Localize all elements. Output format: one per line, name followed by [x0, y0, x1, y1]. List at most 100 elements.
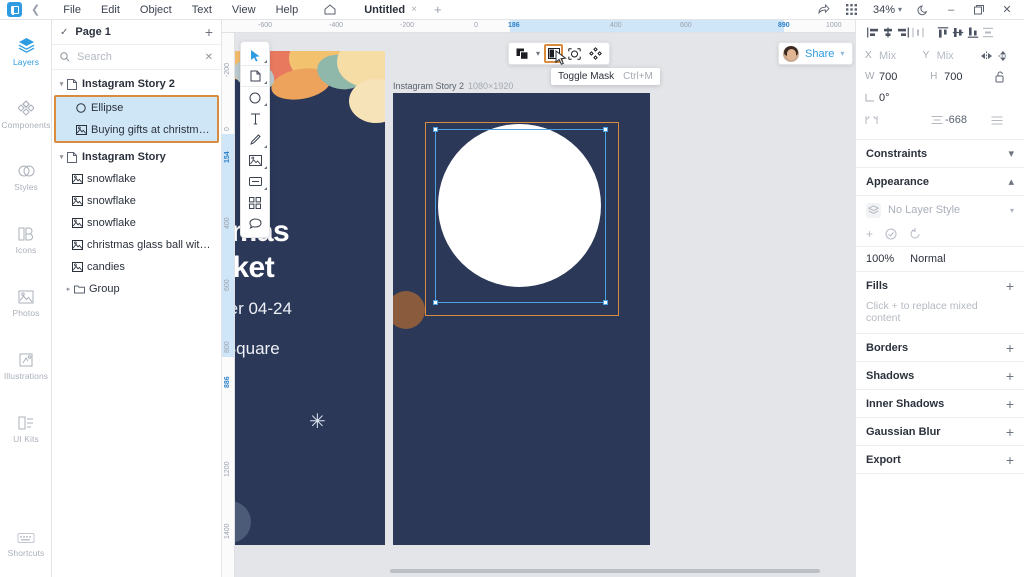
layer-snowflake-3[interactable]: snowflake	[52, 212, 221, 234]
artboard-tool[interactable]	[241, 66, 269, 87]
vertical-ruler[interactable]: -200 0 154 400 600 800 886 1200 1400	[222, 33, 235, 577]
rail-item-illustrations[interactable]: Illustrations	[0, 335, 52, 398]
clear-icon[interactable]: ✕	[205, 52, 213, 63]
boolean-ops-icon[interactable]	[513, 44, 532, 63]
opacity-value[interactable]: 100%	[866, 253, 894, 265]
resize-handle-bottom-right[interactable]	[603, 300, 608, 305]
layer-style-row[interactable]: No Layer Style ▾	[866, 196, 1014, 224]
layer-snowflake-1[interactable]: snowflake	[52, 168, 221, 190]
distribute-icon[interactable]	[586, 44, 605, 63]
rail-item-ui-kits[interactable]: UI Kits	[0, 398, 52, 461]
more-options-icon[interactable]	[991, 116, 1011, 125]
twisty-icon[interactable]: ▾	[56, 153, 67, 161]
layer-christmas-glass-ball[interactable]: christmas glass ball with chris...	[52, 234, 221, 256]
moon-icon[interactable]	[910, 0, 936, 20]
align-center-h-icon[interactable]	[880, 23, 895, 43]
flip-horizontal-icon[interactable]	[980, 51, 997, 61]
align-middle-icon[interactable]	[950, 23, 965, 43]
layer-artboard-instagram-story[interactable]: ▾ Instagram Story	[52, 146, 221, 168]
image-tool[interactable]	[241, 150, 269, 171]
add-inner-shadow-button[interactable]: +	[1006, 396, 1014, 412]
reset-style-icon[interactable]	[909, 227, 921, 240]
close-button[interactable]: ✕	[994, 0, 1020, 20]
rail-item-layers[interactable]: Layers	[0, 20, 52, 83]
layer-snowflake-2[interactable]: snowflake	[52, 190, 221, 212]
share-arrow-icon[interactable]	[811, 0, 837, 20]
distribute-h-icon[interactable]	[910, 23, 925, 43]
grid-icon[interactable]	[839, 0, 865, 20]
zoom-control[interactable]: 34% ▾	[867, 4, 908, 16]
chevron-up-icon[interactable]: ▴	[1008, 175, 1014, 188]
layer-artboard-instagram-story-2[interactable]: ▾ Instagram Story 2	[52, 73, 221, 95]
pointer-tool[interactable]	[241, 45, 269, 66]
maximize-button[interactable]	[966, 0, 992, 20]
canvas[interactable]: stmas arket mber 04-24 er Square ✳ Insta…	[235, 33, 855, 577]
align-left-icon[interactable]	[865, 23, 880, 43]
add-fill-button[interactable]: +	[1006, 278, 1014, 294]
menu-item-file[interactable]: File	[53, 0, 91, 20]
add-border-button[interactable]: +	[1006, 340, 1014, 356]
avatar[interactable]	[783, 45, 799, 62]
chevron-down-icon[interactable]: ▾	[1008, 147, 1014, 160]
pen-tool[interactable]	[241, 129, 269, 150]
rectangle-tool[interactable]	[241, 171, 269, 192]
rail-item-styles[interactable]: Styles	[0, 146, 52, 209]
resize-handle-top-left[interactable]	[433, 127, 438, 132]
new-tab-button[interactable]: +	[425, 2, 451, 17]
tab-close-icon[interactable]: ×	[411, 4, 417, 15]
y-field[interactable]: Y Mix	[923, 50, 981, 62]
chevron-down-icon[interactable]: ▾	[1010, 206, 1014, 215]
radius-field[interactable]: -668	[931, 114, 991, 126]
section-constraints[interactable]: Constraints ▾	[856, 140, 1024, 168]
search-input[interactable]: Search	[77, 51, 198, 63]
add-page-button[interactable]: +	[205, 24, 213, 40]
app-logo-icon[interactable]	[7, 2, 22, 17]
add-style-button[interactable]: +	[866, 227, 873, 241]
align-top-icon[interactable]	[935, 23, 950, 43]
layer-candies[interactable]: candies	[52, 256, 221, 278]
section-appearance[interactable]: Appearance ▴	[856, 168, 1024, 196]
rotation-field[interactable]: 0°	[865, 92, 931, 104]
horizontal-scrollbar[interactable]	[390, 569, 820, 573]
menu-item-object[interactable]: Object	[130, 0, 182, 20]
layer-group[interactable]: ▸ Group	[52, 278, 221, 300]
chevron-down-icon[interactable]: ▾	[840, 49, 844, 58]
align-right-icon[interactable]	[895, 23, 910, 43]
flip-vertical-icon[interactable]	[998, 50, 1015, 62]
text-tool[interactable]	[241, 108, 269, 129]
add-shadow-button[interactable]: +	[1006, 368, 1014, 384]
apply-style-icon[interactable]	[885, 228, 897, 240]
w-field[interactable]: W 700	[865, 71, 930, 83]
resize-handle-bottom-left[interactable]	[433, 300, 438, 305]
artboard-label[interactable]: Instagram Story 2 1080×1920	[393, 81, 513, 91]
horizontal-ruler[interactable]: -600 -400 -200 0 186 400 600 890 1000 12…	[222, 20, 855, 33]
tab-untitled[interactable]: Untitled ×	[356, 0, 425, 20]
share-button-label[interactable]: Share	[805, 48, 834, 60]
resize-handle-top-right[interactable]	[603, 127, 608, 132]
corner-radius-field[interactable]	[865, 115, 931, 125]
comment-tool[interactable]	[241, 213, 269, 234]
rail-item-components[interactable]: Components	[0, 83, 52, 146]
layer-search-row[interactable]: Search ✕	[52, 45, 221, 70]
x-field[interactable]: X Mix	[865, 50, 923, 62]
menu-item-view[interactable]: View	[222, 0, 266, 20]
add-blur-button[interactable]: +	[1006, 424, 1014, 440]
back-chevron-icon[interactable]: ❮	[31, 3, 40, 16]
boolean-ops-caret-icon[interactable]: ▾	[534, 49, 542, 58]
ellipse-tool[interactable]	[241, 87, 269, 108]
menu-item-text[interactable]: Text	[182, 0, 222, 20]
layer-buying-gifts-image[interactable]: Buying gifts at christmas mar...	[56, 119, 217, 141]
minimize-button[interactable]: –	[938, 0, 964, 20]
menu-item-help[interactable]: Help	[266, 0, 309, 20]
blend-mode-value[interactable]: Normal	[910, 253, 945, 265]
layer-ellipse[interactable]: Ellipse	[56, 97, 217, 119]
rail-item-icons[interactable]: Icons	[0, 209, 52, 272]
distribute-v-icon[interactable]	[980, 23, 995, 43]
rail-item-shortcuts[interactable]: Shortcuts	[0, 517, 52, 573]
twisty-icon[interactable]: ▾	[56, 80, 67, 88]
twisty-icon[interactable]: ▸	[63, 285, 74, 293]
home-icon[interactable]	[324, 4, 344, 15]
share-control[interactable]: Share ▾	[778, 42, 854, 65]
rail-item-photos[interactable]: Photos	[0, 272, 52, 335]
unlock-icon[interactable]	[995, 71, 1015, 83]
